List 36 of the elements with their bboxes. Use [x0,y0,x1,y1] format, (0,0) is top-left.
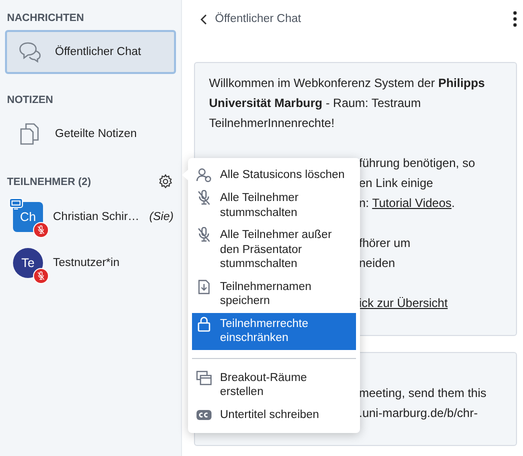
microphone-off-icon [196,190,212,206]
message-text: . [452,196,455,210]
settings-icon[interactable] [158,174,173,188]
more-options-icon[interactable] [513,11,518,27]
menu-item[interactable]: Alle Statusicons löschen [192,164,356,187]
chat-title: Öffentlicher Chat [215,13,302,25]
menu-item[interactable]: Alle Teilnehmer außer den Präsentator stummschalten [192,224,356,276]
menu-item[interactable]: Alle Teilnehmer stummschalten [192,187,356,224]
message-text: meeting, send them this [359,386,486,400]
message-text: neiden [359,256,396,270]
message-text: fhörer um [359,236,410,250]
message-link[interactable]: Tutorial Videos [372,196,452,210]
message-text: en Link einige [359,176,434,190]
windows-icon [196,370,212,386]
message-text: führung benötigen, so [359,156,476,170]
welcome-text: Willkommen im Webkonferenz System der Philipps Universität Marburg - Raum: Testraum TeilnehmerInnenrechte! [209,75,486,132]
microphone-off-icon [196,227,212,243]
section-heading: TEILNEHMER (2) [6,175,92,190]
user-icon [196,167,212,183]
message-link[interactable]: ick zur Übersicht [359,296,448,310]
download-file-icon [196,278,212,294]
section-heading: NOTIZEN [6,93,54,108]
message-text: .uni-marburg.de/b/chr- [359,406,478,420]
menu-item[interactable]: Breakout-Räume erstellen [192,366,356,404]
section-heading: NACHRICHTEN [6,11,85,26]
message-text: n: [359,196,370,210]
lock-icon [196,316,212,332]
menu-item[interactable]: Teilnehmernamen speichern [192,276,356,312]
shared-notes-item[interactable]: Geteilte Notizen [5,112,176,156]
public-chat-item[interactable]: Öffentlicher Chat [5,30,176,74]
self-label: (Sie) [149,211,174,223]
user-name[interactable]: Testnutzer*in [53,257,169,269]
back-chevron-icon[interactable] [200,14,207,24]
menu-item[interactable]: Untertitel schreiben [192,404,356,426]
user-name[interactable]: Christian Schir… [53,211,140,223]
menu-item[interactable]: Teilnehmerrechte einschränken [192,312,356,350]
